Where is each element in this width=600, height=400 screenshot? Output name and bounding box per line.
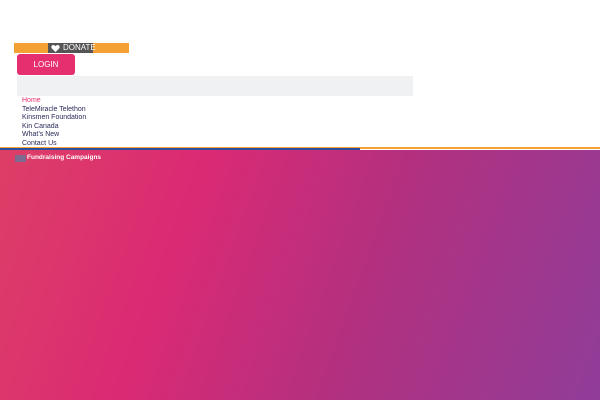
- tab-label: Fundraising Campaigns: [27, 154, 102, 161]
- main-nav: Home TeleMiracle Telethon Kinsmen Founda…: [22, 97, 86, 149]
- tab-swatch: [15, 154, 26, 162]
- donate-label: DONATE: [63, 43, 96, 52]
- nav-item-kin-canada[interactable]: Kin Canada: [22, 123, 86, 132]
- fundraising-campaigns-tab[interactable]: Fundraising Campaigns: [15, 154, 101, 162]
- nav-item-telemiracle-telethon[interactable]: TeleMiracle Telethon: [22, 106, 86, 115]
- page: DONATE LOGIN Home TeleMiracle Telethon K…: [0, 0, 600, 400]
- search-bar[interactable]: [17, 76, 413, 96]
- hero-banner: [0, 150, 600, 400]
- nav-item-home[interactable]: Home: [22, 97, 86, 106]
- nav-item-kinsmen-foundation[interactable]: Kinsmen Foundation: [22, 114, 86, 123]
- heart-icon: [51, 44, 60, 53]
- login-button[interactable]: LOGIN: [17, 54, 75, 75]
- donate-button[interactable]: DONATE: [48, 43, 96, 53]
- nav-item-whats-new[interactable]: What’s New: [22, 131, 86, 140]
